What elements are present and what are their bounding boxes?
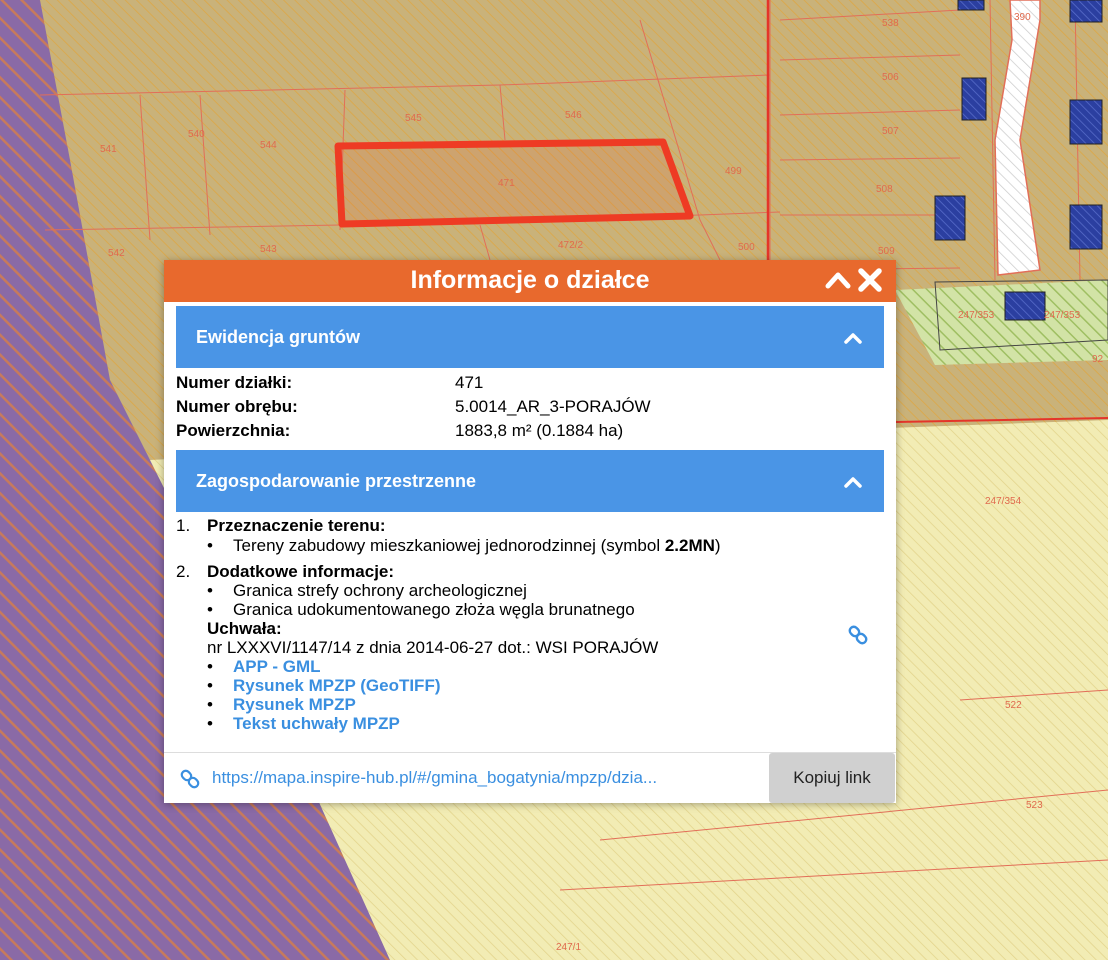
copy-link-button[interactable]: Kopiuj link <box>769 753 895 803</box>
parcel-label: 471 <box>498 178 515 189</box>
parcel-label: 538 <box>882 18 899 29</box>
link-item: Tekst uchwały MPZP <box>207 714 400 733</box>
additional-info-heading: Dodatkowe informacje: <box>207 562 395 581</box>
parcel-label: 540 <box>188 129 205 140</box>
area-label: Powierzchnia: <box>176 421 291 440</box>
section-ewidencja-title: Ewidencja gruntów <box>196 327 361 347</box>
link-icon <box>180 769 200 789</box>
popup-title: Informacje o działce <box>410 266 650 294</box>
section-zagospodarowanie-title: Zagospodarowanie przestrzenne <box>196 471 477 491</box>
resolution-text: nr LXXXVI/1147/14 z dnia 2014-06-27 dot.… <box>207 638 659 657</box>
precinct-number-value: 5.0014_AR_3-PORAJÓW <box>455 397 651 416</box>
link-icon <box>848 625 868 645</box>
parcel-label: 472/2 <box>558 240 583 251</box>
mpzp-drawing-link[interactable]: Rysunek MPZP <box>233 695 356 714</box>
parcel-info-popup: Informacje o działce Ewidencja gruntów N… <box>164 260 896 803</box>
link-item: APP - GML <box>207 657 321 676</box>
parcel-label: 544 <box>260 140 277 151</box>
popup-header: Informacje o działce <box>164 260 896 302</box>
parcel-label: 247/353 <box>1044 310 1081 321</box>
parcel-label: 523 <box>1026 800 1043 811</box>
parcel-label: 247/353 <box>958 310 995 321</box>
parcel-label: 546 <box>565 110 582 121</box>
geotiff-drawing-link[interactable]: Rysunek MPZP (GeoTIFF) <box>233 676 441 695</box>
additional-info-item: Granica udokumentowanego złoża węgla bru… <box>207 600 635 619</box>
parcel-label: 509 <box>878 246 895 257</box>
land-use-symbol: 2.2MN <box>664 536 715 555</box>
resolution-heading: Uchwała: <box>207 619 282 638</box>
link-item: Rysunek MPZP <box>207 695 356 714</box>
area-value: 1883,8 m² (0.1884 ha) <box>455 421 624 440</box>
link-item: Rysunek MPZP (GeoTIFF) <box>207 676 441 695</box>
parcel-label: 542 <box>108 248 125 259</box>
parcel-label: 508 <box>876 184 893 195</box>
item-number: 1. <box>176 516 191 535</box>
resolution-text-link[interactable]: Tekst uchwały MPZP <box>233 714 400 733</box>
parcel-label: 507 <box>882 126 899 137</box>
share-url-input[interactable] <box>212 761 766 795</box>
section-zagospodarowanie-header[interactable]: Zagospodarowanie przestrzenne <box>176 450 884 512</box>
close-icon <box>858 268 882 292</box>
parcel-label: 522 <box>1005 700 1022 711</box>
chevron-up-icon <box>825 272 851 289</box>
parcel-label: 541 <box>100 144 117 155</box>
chevron-up-icon <box>844 333 862 344</box>
land-use-text: Tereny zabudowy mieszkaniowej jednorodzi… <box>233 536 665 555</box>
land-use-item: Tereny zabudowy mieszkaniowej jednorodzi… <box>207 536 721 555</box>
parcel-label: 545 <box>405 113 422 124</box>
parcel-label: 499 <box>725 166 742 177</box>
parcel-label: 390 <box>1014 12 1031 23</box>
parcel-number-label: Numer działki: <box>176 373 293 392</box>
close-popup-button[interactable] <box>856 266 884 294</box>
land-use-close: ) <box>714 536 721 555</box>
chevron-up-icon <box>844 477 862 488</box>
additional-info-item: Granica strefy ochrony archeologicznej <box>207 581 527 600</box>
resolution-link-button[interactable] <box>848 624 868 651</box>
parcel-label: 543 <box>260 244 277 255</box>
land-use-heading: Przeznaczenie terenu: <box>207 516 386 535</box>
collapse-popup-button[interactable] <box>824 266 852 294</box>
parcel-label: 506 <box>882 72 899 83</box>
parcel-label: 92 <box>1092 354 1104 365</box>
parcel-label: 500 <box>738 242 755 253</box>
app-gml-link[interactable]: APP - GML <box>233 657 321 676</box>
precinct-number-label: Numer obrębu: <box>176 397 298 416</box>
parcel-label: 247/1 <box>556 942 581 953</box>
item-number: 2. <box>176 562 191 581</box>
parcel-number-value: 471 <box>455 373 484 392</box>
section-ewidencja-header[interactable]: Ewidencja gruntów <box>176 306 884 368</box>
parcel-label: 247/354 <box>985 496 1022 507</box>
share-link-bar: Kopiuj link <box>164 752 896 803</box>
